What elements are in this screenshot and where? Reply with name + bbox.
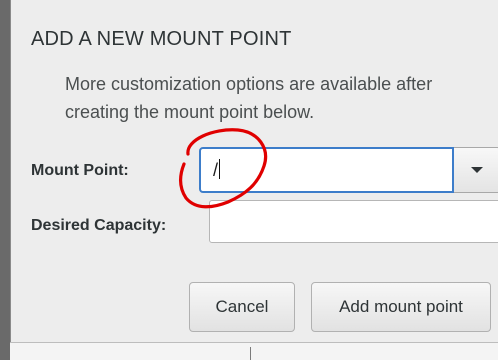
add-mount-point-dialog: ADD A NEW MOUNT POINT More customization… [10, 0, 498, 342]
chevron-down-icon [471, 167, 483, 173]
mount-point-input[interactable]: / [199, 147, 454, 193]
desired-capacity-input[interactable] [209, 200, 498, 243]
desired-capacity-label: Desired Capacity: [31, 217, 167, 234]
text-cursor [219, 159, 221, 179]
mount-point-dropdown-button[interactable] [454, 147, 498, 193]
divider [250, 347, 251, 360]
dialog-description: More customization options are available… [65, 74, 433, 122]
mount-point-value: / [213, 160, 219, 180]
cancel-button[interactable]: Cancel [189, 282, 295, 332]
mount-point-combo[interactable]: / [199, 147, 498, 193]
bottom-strip [10, 342, 498, 360]
add-mount-point-button[interactable]: Add mount point [311, 282, 491, 332]
dialog-title: ADD A NEW MOUNT POINT [31, 28, 292, 50]
mount-point-label: Mount Point: [31, 162, 129, 179]
screen: ADD A NEW MOUNT POINT More customization… [0, 0, 498, 360]
